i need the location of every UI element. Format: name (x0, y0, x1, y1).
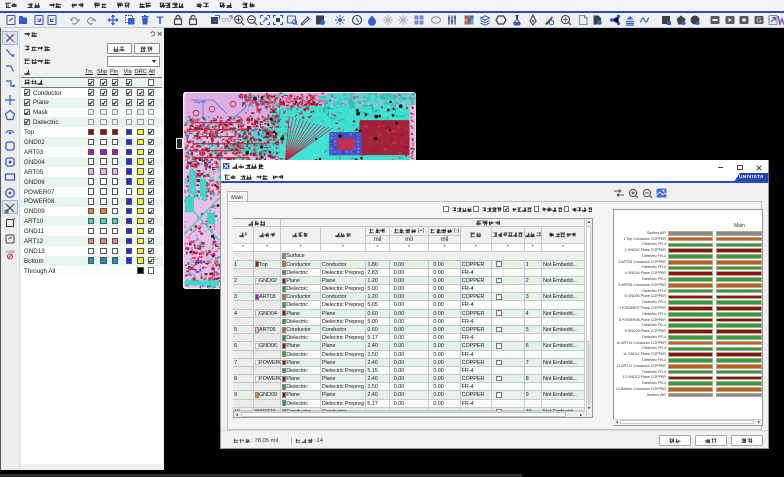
svg-text:T: T (157, 15, 164, 26)
svg-text:Layout: Layout (194, 99, 207, 104)
svg-text:100: 100 (221, 18, 232, 24)
svg-text:COM: COM (6, 250, 14, 254)
svg-text:G: G (756, 18, 761, 25)
